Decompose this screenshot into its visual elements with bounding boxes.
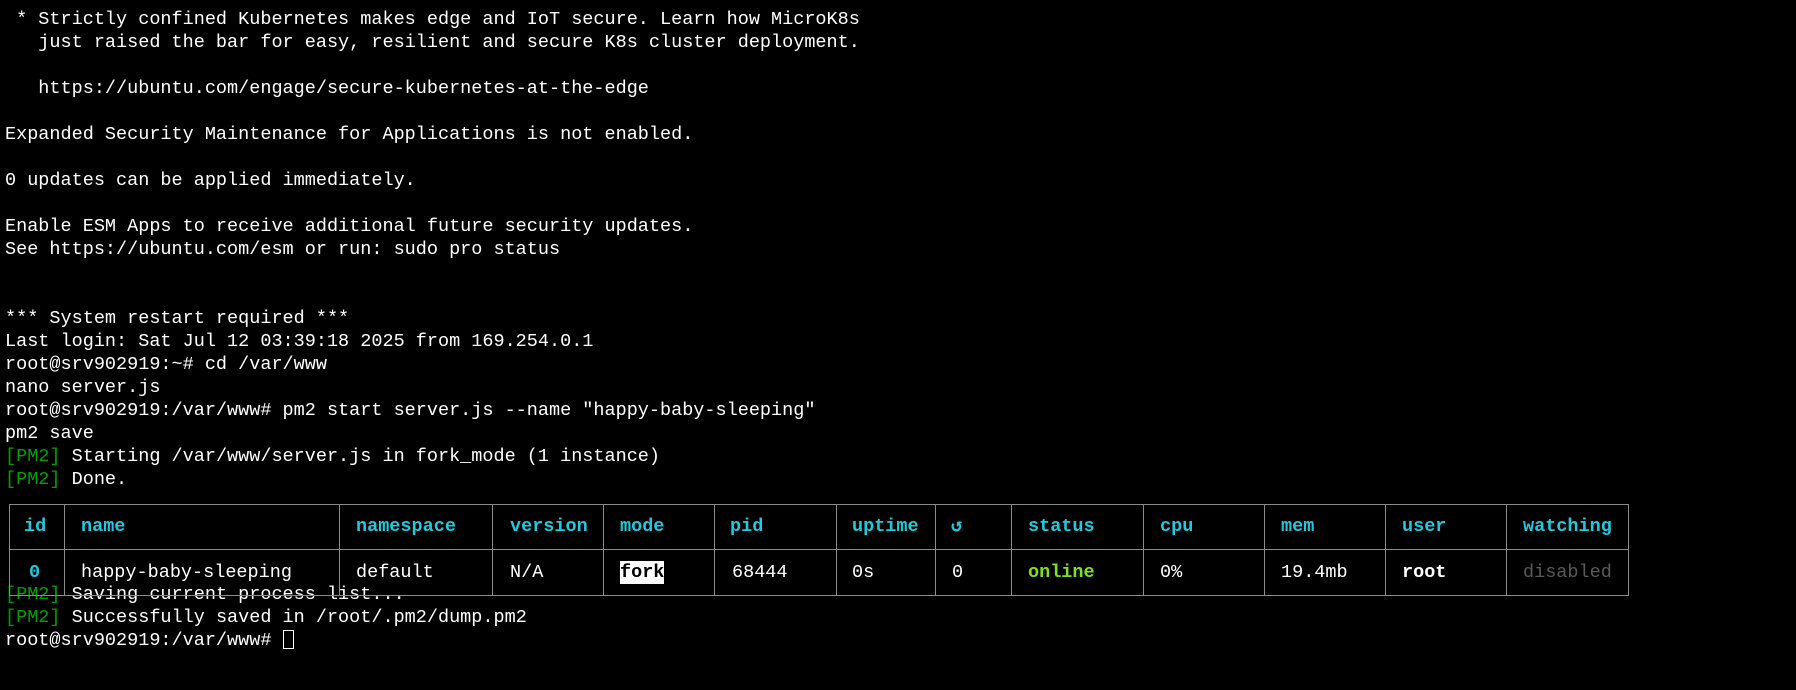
- motd-url-line: https://ubuntu.com/engage/secure-kuberne…: [5, 78, 649, 99]
- table-column-border: [1264, 504, 1265, 596]
- motd-line: [5, 192, 1791, 215]
- command-line: root@srv902919:~# cd /var/www: [5, 354, 327, 375]
- table-column-border: [714, 504, 715, 596]
- motd-line: [5, 284, 1791, 307]
- column-header-version: version: [510, 516, 588, 537]
- command-line: nano server.js: [5, 377, 161, 398]
- pm2-tag: [PM2]: [5, 607, 61, 628]
- table-column-border: [1628, 504, 1629, 596]
- column-header-cpu: cpu: [1160, 516, 1194, 537]
- table-column-border: [1143, 504, 1144, 596]
- motd-line: * Strictly confined Kubernetes makes edg…: [5, 9, 860, 30]
- column-header-user: user: [1402, 516, 1447, 537]
- table-column-border: [1506, 504, 1507, 596]
- column-header-id: id: [24, 516, 47, 537]
- column-header-namespace: namespace: [356, 516, 456, 537]
- cell-namespace: default: [356, 562, 434, 583]
- motd-line: [5, 261, 1791, 284]
- motd-line: just raised the bar for easy, resilient …: [5, 32, 860, 53]
- pm2-output-line: [PM2] Done.: [5, 468, 1791, 491]
- column-header-restarts: ↺: [951, 516, 963, 537]
- table-column-border: [935, 504, 936, 596]
- table-column-border: [603, 504, 604, 596]
- pm2-message: Done.: [60, 469, 128, 490]
- column-header-mem: mem: [1281, 516, 1315, 537]
- last-login-line: Last login: Sat Jul 12 03:39:18 2025 fro…: [5, 331, 594, 352]
- table-column-border: [339, 504, 340, 596]
- pm2-message: Starting /var/www/server.js in fork_mode…: [60, 446, 661, 467]
- pm2-output-line: [PM2] Starting /var/www/server.js in for…: [5, 445, 1791, 468]
- column-header-status: status: [1028, 516, 1095, 537]
- table-column-border: [1011, 504, 1012, 596]
- table-column-border: [9, 504, 10, 596]
- cell-version: N/A: [510, 562, 544, 583]
- cell-name: happy-baby-sleeping: [81, 562, 292, 583]
- terminal-cursor: [282, 630, 294, 649]
- motd-line: See https://ubuntu.com/esm or run: sudo …: [5, 239, 561, 260]
- pm2-tag: [PM2]: [5, 469, 61, 490]
- pm2-tag: [PM2]: [5, 446, 61, 467]
- cell-cpu: 0%: [1160, 562, 1183, 583]
- cell-pid: 68444: [732, 562, 788, 583]
- motd-line: Expanded Security Maintenance for Applic…: [5, 124, 694, 145]
- table-header-separator: [9, 549, 1629, 550]
- table-column-border: [492, 504, 493, 596]
- motd-line: Enable ESM Apps to receive additional fu…: [5, 216, 694, 237]
- command-line: root@srv902919:/var/www# pm2 start serve…: [5, 400, 816, 421]
- table-column-border: [64, 504, 65, 596]
- column-header-watching: watching: [1523, 516, 1612, 537]
- cell-watching: disabled: [1523, 562, 1612, 583]
- prompt-line[interactable]: root@srv902919:/var/www#: [5, 629, 1791, 652]
- cell-restarts: 0: [952, 562, 964, 583]
- motd-line: [5, 146, 1791, 169]
- cell-uptime: 0s: [852, 562, 875, 583]
- column-header-uptime: uptime: [852, 516, 919, 537]
- column-header-mode: mode: [620, 516, 665, 537]
- cell-status: online: [1028, 562, 1095, 583]
- pm2-process-table: id name namespace version mode pid uptim…: [9, 504, 1629, 596]
- cell-mem: 19.4mb: [1281, 562, 1348, 583]
- pm2-output-line: [PM2] Successfully saved in /root/.pm2/d…: [5, 606, 1791, 629]
- restart-notice: *** System restart required ***: [5, 308, 350, 329]
- table-bottom-border: [9, 595, 1629, 596]
- cell-mode: fork: [620, 561, 665, 584]
- cell-id: 0: [29, 562, 41, 583]
- column-header-pid: pid: [730, 516, 764, 537]
- table-top-border: [9, 504, 1629, 505]
- table-column-border: [1385, 504, 1386, 596]
- motd-line: [5, 100, 1791, 123]
- pm2-message: Successfully saved in /root/.pm2/dump.pm…: [60, 607, 527, 628]
- motd-line: [5, 54, 1791, 77]
- column-header-name: name: [81, 516, 126, 537]
- shell-prompt: root@srv902919:/var/www#: [5, 630, 283, 651]
- cell-user: root: [1402, 562, 1447, 583]
- motd-line: 0 updates can be applied immediately.: [5, 170, 416, 191]
- command-line: pm2 save: [5, 423, 94, 444]
- table-column-border: [836, 504, 837, 596]
